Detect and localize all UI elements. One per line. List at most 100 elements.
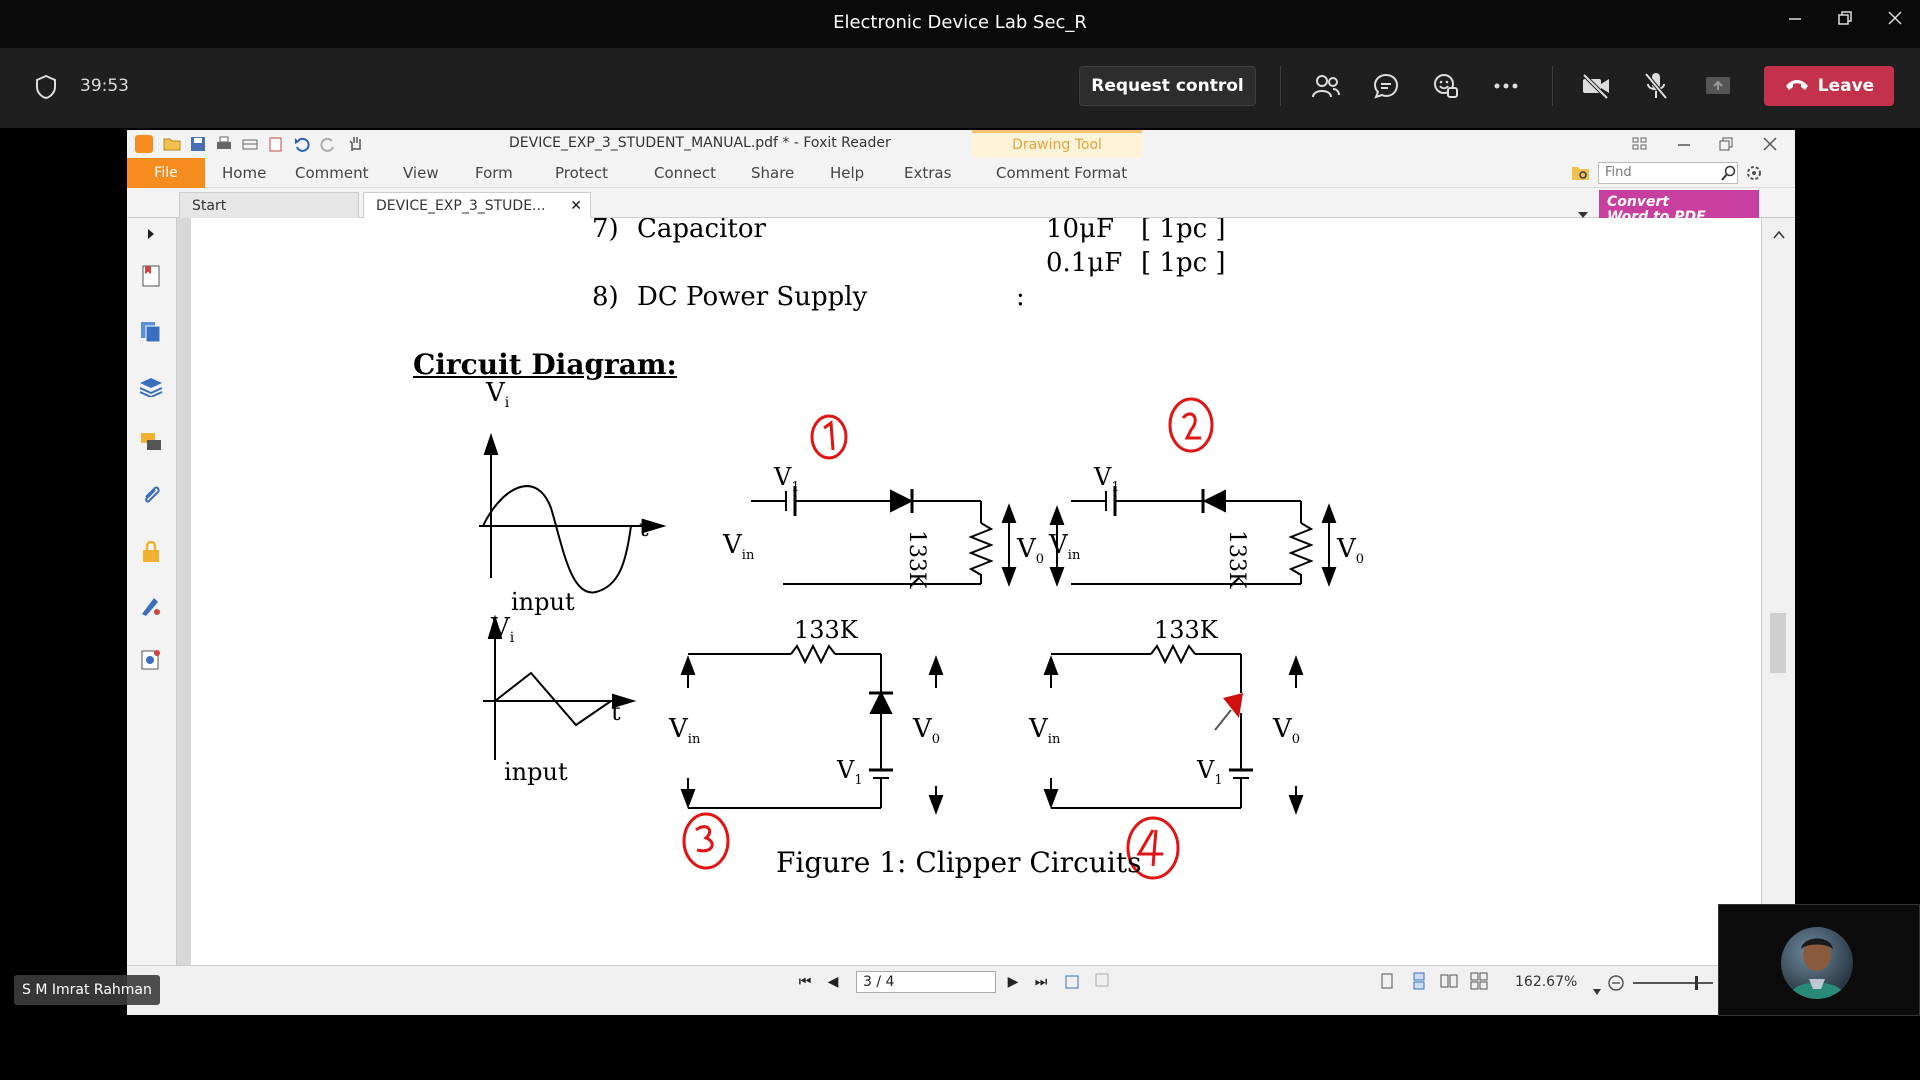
divider xyxy=(1552,66,1553,106)
search-icon[interactable] xyxy=(1721,165,1737,185)
menu-view[interactable]: View xyxy=(403,164,439,182)
clipper-circuit-2 xyxy=(1049,486,1337,587)
v1-label: V1 xyxy=(774,463,800,495)
ribbon-layout-icon[interactable] xyxy=(1631,135,1649,153)
find-folder-icon[interactable] xyxy=(1571,164,1591,186)
open-icon[interactable] xyxy=(163,135,181,153)
zoom-slider[interactable] xyxy=(1633,982,1713,984)
continuous-facing-icon[interactable] xyxy=(1469,972,1489,992)
vo-label: V0 xyxy=(913,714,941,748)
single-page-icon[interactable] xyxy=(1377,972,1397,992)
vo-label: V0 xyxy=(1273,714,1301,748)
pdf-page: 7) Capacitor 10μF [ 1pc ] 0.1μF [ 1pc ] … xyxy=(191,218,1761,965)
clipper-circuit-4 xyxy=(1043,643,1304,815)
clipper-circuit-1 xyxy=(751,486,1017,587)
menu-home[interactable]: Home xyxy=(222,164,266,182)
menu-file[interactable]: File xyxy=(127,158,205,188)
camera-off-icon[interactable] xyxy=(1578,68,1614,104)
print-icon[interactable] xyxy=(215,135,233,153)
close-icon[interactable] xyxy=(1880,10,1910,36)
attachment-icon[interactable] xyxy=(137,482,165,510)
menu-form[interactable]: Form xyxy=(475,164,513,182)
foxit-restore-icon[interactable] xyxy=(1717,135,1735,153)
comments-icon[interactable] xyxy=(137,428,165,456)
scan-icon[interactable] xyxy=(241,135,259,153)
vertical-scrollbar[interactable] xyxy=(1761,218,1795,965)
participants-icon[interactable] xyxy=(1308,68,1344,104)
self-video-tile[interactable] xyxy=(1718,904,1920,1016)
tab-close-icon[interactable]: ✕ xyxy=(570,193,582,219)
tab-start-label: Start xyxy=(192,198,227,214)
zoom-slider-handle[interactable] xyxy=(1695,976,1698,990)
more-options-icon[interactable] xyxy=(1488,68,1524,104)
menu-comment[interactable]: Comment xyxy=(295,164,369,182)
scroll-up-icon[interactable] xyxy=(1773,224,1785,243)
foxit-close-icon[interactable] xyxy=(1761,135,1779,153)
continuous-page-icon[interactable] xyxy=(1409,972,1429,992)
participant-name-tag: S M Imrat Rahman xyxy=(14,975,160,1005)
figure-caption: Figure 1: Clipper Circuits xyxy=(776,846,1142,879)
create-icon[interactable] xyxy=(267,135,285,153)
save-icon[interactable] xyxy=(189,135,207,153)
hand-tool-icon[interactable] xyxy=(347,135,365,153)
menu-help[interactable]: Help xyxy=(830,164,864,182)
redo-icon[interactable] xyxy=(319,135,337,153)
page-number-input[interactable]: 3 / 4 xyxy=(856,971,996,993)
zoom-out-icon[interactable] xyxy=(1607,974,1625,996)
zoom-dropdown-icon[interactable] xyxy=(1593,980,1601,999)
pages-icon[interactable] xyxy=(137,318,165,346)
first-page-icon[interactable]: ⏮ xyxy=(795,972,815,992)
bookmarks-icon[interactable] xyxy=(137,262,165,290)
pdf-page-view[interactable]: 7) Capacitor 10μF [ 1pc ] 0.1μF [ 1pc ] … xyxy=(191,218,1761,965)
zoom-level[interactable]: 162.67% xyxy=(1515,974,1577,990)
drawing-tool-tab[interactable]: Drawing Tool xyxy=(972,130,1142,158)
settings-gear-icon[interactable] xyxy=(1745,164,1763,186)
chat-icon[interactable] xyxy=(1368,68,1404,104)
lock-icon[interactable] xyxy=(137,538,165,566)
reactions-icon[interactable] xyxy=(1428,68,1464,104)
request-control-button[interactable]: Request control xyxy=(1079,66,1256,106)
undo-icon[interactable] xyxy=(293,135,311,153)
minimize-icon[interactable] xyxy=(1780,10,1810,36)
mic-off-icon[interactable] xyxy=(1638,68,1674,104)
expand-panel-icon[interactable] xyxy=(137,220,165,248)
find-input[interactable]: Find xyxy=(1598,162,1738,184)
scrollbar-thumb[interactable] xyxy=(1770,613,1786,673)
menu-comment-format[interactable]: Comment Format xyxy=(996,164,1127,182)
t-label: t xyxy=(611,698,621,726)
panel-splitter[interactable] xyxy=(177,218,191,965)
t-label: t xyxy=(639,514,649,542)
restore-icon[interactable] xyxy=(1830,10,1860,36)
v1-label: V1 xyxy=(1094,463,1120,495)
content-icon[interactable] xyxy=(137,646,165,674)
previous-page-icon[interactable]: ◀ xyxy=(823,972,843,992)
v1-label: V1 xyxy=(1197,756,1223,788)
next-page-icon[interactable]: ▶ xyxy=(1003,972,1023,992)
tab-document[interactable]: DEVICE_EXP_3_STUDE... ✕ xyxy=(363,192,591,218)
previous-view-icon[interactable] xyxy=(1063,972,1083,992)
next-view-icon[interactable] xyxy=(1091,972,1111,992)
clipper-circuit-3 xyxy=(680,643,944,815)
menu-protect[interactable]: Protect xyxy=(555,164,608,182)
signature-icon[interactable] xyxy=(137,592,165,620)
shield-icon xyxy=(34,74,58,104)
facing-pages-icon[interactable] xyxy=(1439,972,1459,992)
menu-extras[interactable]: Extras xyxy=(904,164,951,182)
vo-label: V0 xyxy=(1017,534,1045,568)
last-page-icon[interactable]: ⏭ xyxy=(1031,972,1051,992)
vin-label: Vin xyxy=(1049,530,1081,564)
share-screen-icon[interactable] xyxy=(1700,68,1736,104)
menu-share[interactable]: Share xyxy=(751,164,794,182)
foxit-minimize-icon[interactable] xyxy=(1675,135,1693,153)
v1-label: V1 xyxy=(837,756,863,788)
vin-label: Vin xyxy=(723,530,755,564)
teams-title-bar: Electronic Device Lab Sec_R xyxy=(0,0,1920,48)
menu-connect[interactable]: Connect xyxy=(654,164,716,182)
tab-start[interactable]: Start xyxy=(179,192,359,218)
layers-icon[interactable] xyxy=(137,372,165,400)
avatar xyxy=(1781,927,1853,999)
foxit-logo-icon xyxy=(135,135,153,153)
leave-button[interactable]: Leave xyxy=(1764,66,1894,106)
foxit-title-bar: DEVICE_EXP_3_STUDENT_MANUAL.pdf * - Foxi… xyxy=(127,130,1795,158)
vi-label: Vi xyxy=(491,613,515,647)
